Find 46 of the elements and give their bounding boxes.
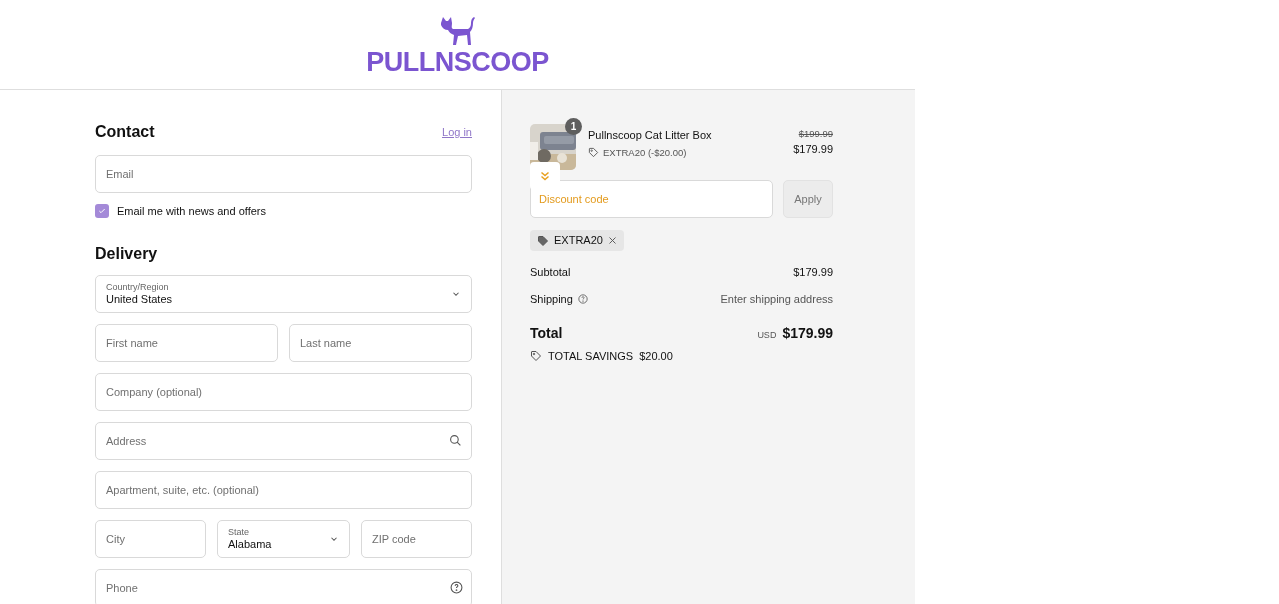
field-value: Alabama (228, 538, 272, 550)
input-field[interactable]: City (95, 519, 206, 558)
section-heading: Delivery (95, 243, 159, 264)
product-name: Pullnscoop Cat Litter Box (588, 128, 713, 143)
select-field[interactable]: State Alabama (217, 519, 350, 558)
tag-icon (530, 350, 542, 363)
input-field[interactable]: Email (95, 155, 472, 193)
select-field[interactable]: Country/Region United States (95, 274, 472, 313)
input-field[interactable]: Last name (289, 323, 472, 362)
login-link[interactable]: Log in (442, 123, 472, 141)
field-label: Country/Region (106, 282, 170, 292)
logo[interactable]: PULLNSCOOP (366, 13, 549, 76)
product-discount: EXTRA20 (-$20.00) (603, 145, 687, 160)
section-heading: Contact (95, 122, 155, 142)
help-icon[interactable] (450, 580, 463, 594)
summary-value: $179.99 (793, 265, 833, 280)
compare-price: $199.99 (798, 127, 833, 141)
summary-label: Shipping (530, 291, 573, 307)
input-field[interactable]: ZIP code (361, 519, 472, 558)
input-field[interactable]: Phone (95, 568, 472, 604)
check-icon (98, 207, 106, 216)
tag-icon (588, 147, 599, 159)
search-icon (449, 433, 462, 447)
quantity-badge: 1 (565, 118, 582, 135)
total-label: Total (530, 324, 563, 343)
savings-amount: $20.00 (639, 349, 673, 364)
input-field[interactable]: First name (95, 323, 278, 362)
currency-code: USD (757, 329, 777, 342)
close-icon[interactable] (607, 236, 617, 245)
field-value: United States (106, 293, 173, 305)
savings-label: TOTAL SAVINGS (548, 349, 634, 364)
discount-code-field[interactable]: Discount code (530, 180, 773, 218)
logo-text: PULLNSCOOP (366, 49, 549, 76)
apply-button[interactable]: Apply (783, 180, 833, 218)
tag-icon (537, 234, 549, 247)
total-amount: $179.99 (782, 324, 833, 343)
summary-value: Enter shipping address (720, 291, 833, 307)
input-field[interactable]: Company (optional) (95, 372, 472, 411)
discount-code: EXTRA20 (554, 233, 603, 249)
input-field[interactable]: Apartment, suite, etc. (optional) (95, 470, 472, 509)
input-field[interactable]: Address (95, 421, 472, 460)
checkbox[interactable] (95, 204, 109, 219)
summary-label: Subtotal (530, 265, 571, 280)
product-price: $179.99 (793, 142, 833, 158)
checkbox-label: Email me with news and offers (117, 204, 266, 219)
field-label: State (228, 527, 250, 537)
